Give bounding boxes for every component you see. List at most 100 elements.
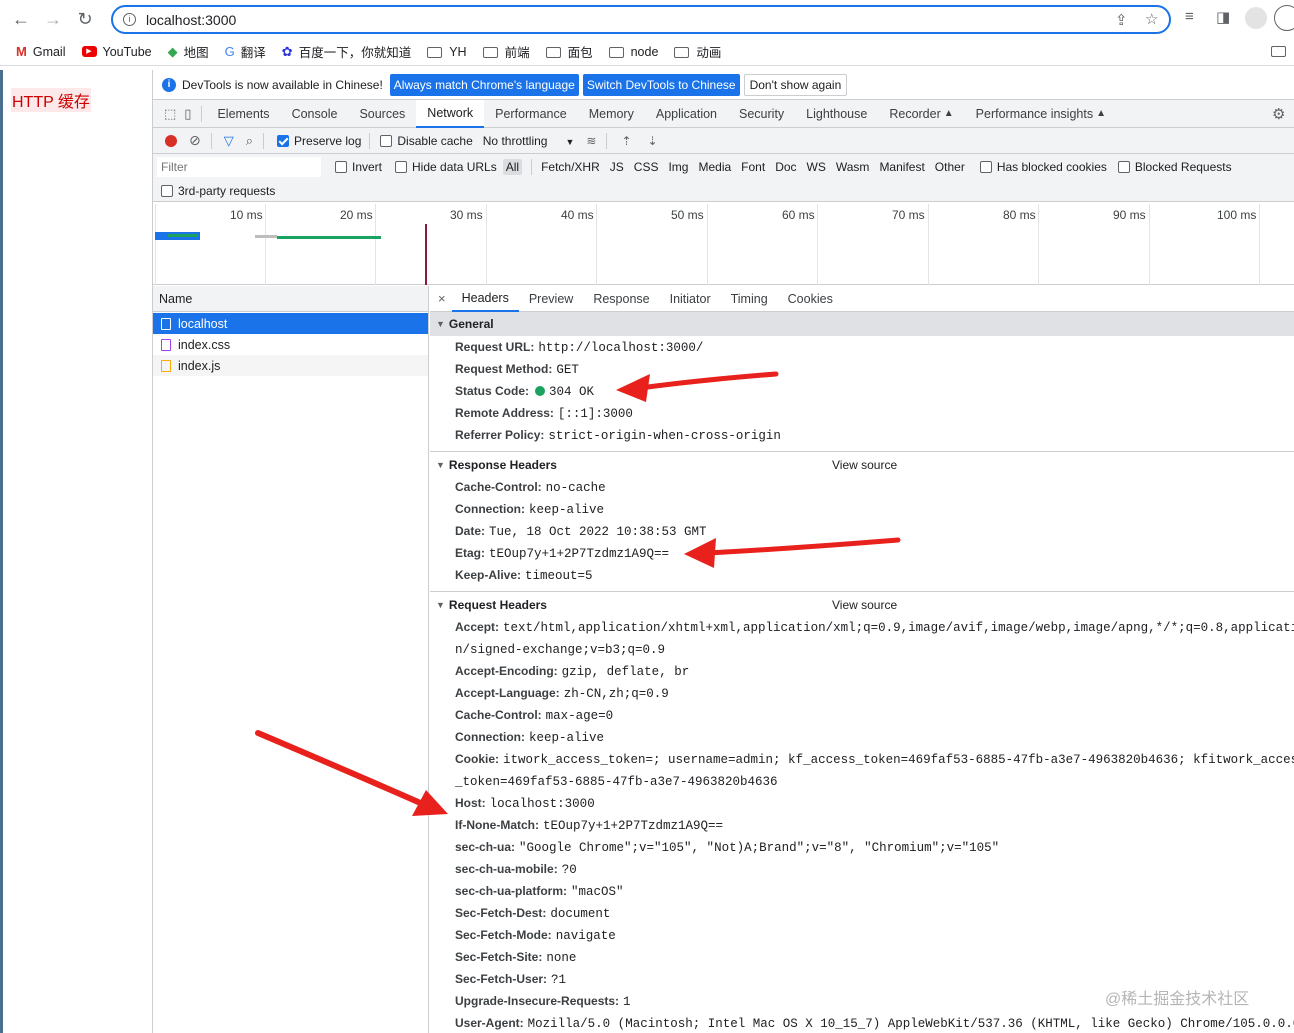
import-har-icon[interactable]: ⇡ (621, 134, 631, 148)
filter-input[interactable] (157, 157, 321, 177)
tab-memory[interactable]: Memory (578, 100, 645, 128)
network-overview-timeline[interactable]: 10 ms 20 ms 30 ms 40 ms 50 ms 60 ms 70 m… (153, 204, 1294, 285)
header-row: Keep-Alive: timeout=5 (455, 568, 593, 583)
blocked-requests-checkbox[interactable] (1117, 161, 1130, 173)
hide-data-urls-checkbox[interactable] (395, 161, 408, 173)
side-panel-icon[interactable]: ◨ (1216, 8, 1230, 26)
header-row: Cookie: itwork_access_token=; username=ad… (455, 752, 1294, 789)
tab-application[interactable]: Application (645, 100, 728, 128)
share-icon[interactable]: ⇪ (1115, 11, 1128, 29)
filter-type-img[interactable]: Img (668, 160, 688, 174)
collapse-triangle-icon: ▼ (436, 460, 445, 470)
bookmark-maps[interactable]: ◆ 地图 (168, 42, 209, 61)
preserve-log-label: Preserve log (294, 133, 362, 148)
bookmark-folder-animation[interactable]: 动画 (674, 42, 721, 61)
throttling-select[interactable]: No throttling ▼ (483, 134, 575, 148)
response-headers-section-header[interactable]: ▼ Response Headers View source (430, 453, 1294, 477)
bookmark-youtube[interactable]: ▶ YouTube (81, 45, 152, 59)
record-button[interactable] (165, 134, 177, 147)
tab-performance-insights[interactable]: Performance insights ▲ (965, 100, 1117, 128)
network-conditions-icon[interactable]: ≋ (586, 134, 596, 148)
timeline-tick: 60 ms (782, 208, 815, 222)
tab-sources[interactable]: Sources (348, 100, 416, 128)
filter-type-js[interactable]: JS (610, 160, 624, 174)
bookmark-baidu[interactable]: ✿ 百度一下，你就知道 (282, 42, 411, 61)
hide-data-urls-label: Hide data URLs (412, 160, 497, 174)
filter-type-other[interactable]: Other (935, 160, 965, 174)
forward-icon[interactable]: → (42, 8, 64, 30)
export-har-icon[interactable]: ⇣ (648, 134, 658, 148)
tab-response[interactable]: Response (583, 286, 659, 312)
request-row-index-js[interactable]: index.js (153, 355, 428, 376)
back-icon[interactable]: ← (10, 8, 32, 30)
filter-type-fetch-xhr[interactable]: Fetch/XHR (541, 160, 600, 174)
request-row-localhost[interactable]: localhost (153, 313, 428, 334)
name-column-header[interactable]: Name (153, 286, 428, 312)
inspect-element-icon[interactable]: ⬚ (164, 106, 176, 122)
tab-network[interactable]: Network (416, 99, 485, 128)
search-icon[interactable]: ⌕ (246, 133, 253, 149)
request-headers-section-header[interactable]: ▼ Request Headers View source (430, 593, 1294, 617)
bookmark-folder-bread[interactable]: 面包 (545, 42, 593, 61)
header-row: Request URL: http://localhost:3000/ (455, 340, 704, 355)
tab-headers[interactable]: Headers (451, 286, 519, 312)
filter-type-media[interactable]: Media (698, 160, 731, 174)
bookmark-translate[interactable]: G 翻译 (225, 42, 266, 61)
profile-avatar[interactable] (1245, 7, 1267, 29)
bookmark-gmail[interactable]: M Gmail (16, 44, 66, 59)
filter-type-ws[interactable]: WS (807, 160, 826, 174)
tab-lighthouse[interactable]: Lighthouse (795, 100, 878, 128)
tab-cookies[interactable]: Cookies (778, 286, 843, 312)
bookmark-star-icon[interactable]: ☆ (1145, 10, 1158, 28)
tab-recorder[interactable]: Recorder ▲ (878, 100, 964, 128)
other-bookmarks-icon[interactable] (1271, 46, 1286, 57)
reload-icon[interactable]: ↻ (74, 8, 96, 30)
filter-type-doc[interactable]: Doc (775, 160, 796, 174)
request-row-index-css[interactable]: index.css (153, 334, 428, 355)
tab-performance[interactable]: Performance (484, 100, 578, 128)
dont-show-again-button[interactable]: Don't show again (743, 73, 848, 96)
switch-chinese-button[interactable]: Switch DevTools to Chinese (582, 73, 740, 96)
filter-type-manifest[interactable]: Manifest (879, 160, 924, 174)
bookmark-folder-frontend[interactable]: 前端 (482, 42, 530, 61)
third-party-checkbox[interactable] (161, 184, 173, 197)
address-bar[interactable]: i localhost:3000 ⇪ ☆ (111, 5, 1171, 34)
section-divider (430, 591, 1294, 592)
translate-icon: G (224, 44, 235, 59)
section-divider (430, 451, 1294, 452)
view-source-link[interactable]: View source (832, 598, 897, 612)
general-section-header[interactable]: ▼ General (430, 312, 1294, 336)
bookmark-folder-yh[interactable]: YH (427, 45, 467, 59)
separator (606, 132, 608, 149)
filter-type-all[interactable]: All (502, 159, 523, 175)
reading-list-icon[interactable]: ≡ (1185, 8, 1194, 25)
tab-security[interactable]: Security (728, 100, 795, 128)
collapse-triangle-icon: ▼ (436, 600, 445, 610)
info-icon[interactable]: i (123, 13, 136, 26)
clear-icon[interactable]: ⊘ (189, 132, 201, 149)
separator (369, 132, 371, 149)
filter-funnel-icon[interactable]: ▽ (224, 133, 234, 149)
bookmark-folder-node[interactable]: node (608, 45, 658, 59)
settings-gear-icon[interactable]: ⚙ (1272, 105, 1285, 123)
folder-icon (674, 47, 690, 58)
filter-type-font[interactable]: Font (741, 160, 765, 174)
close-icon[interactable]: × (438, 291, 446, 306)
filter-type-wasm[interactable]: Wasm (836, 160, 870, 174)
tab-elements[interactable]: Elements (206, 100, 280, 128)
preserve-log-checkbox[interactable] (277, 134, 290, 147)
filter-bar: Invert Hide data URLs All Fetch/XHR JS C… (153, 154, 1294, 180)
has-blocked-cookies-checkbox[interactable] (979, 161, 992, 173)
invert-checkbox[interactable] (335, 161, 347, 173)
tab-console[interactable]: Console (281, 100, 349, 128)
device-toolbar-icon[interactable]: ▯ (184, 106, 191, 122)
tab-preview[interactable]: Preview (519, 286, 583, 312)
tab-initiator[interactable]: Initiator (660, 286, 721, 312)
match-language-button[interactable]: Always match Chrome's language (389, 73, 579, 96)
tab-timing[interactable]: Timing (721, 286, 778, 312)
view-source-link[interactable]: View source (832, 458, 897, 472)
filter-type-css[interactable]: CSS (634, 160, 659, 174)
timeline-gridline (265, 204, 266, 285)
extension-button[interactable] (1274, 5, 1294, 31)
disable-cache-checkbox[interactable] (380, 134, 393, 147)
